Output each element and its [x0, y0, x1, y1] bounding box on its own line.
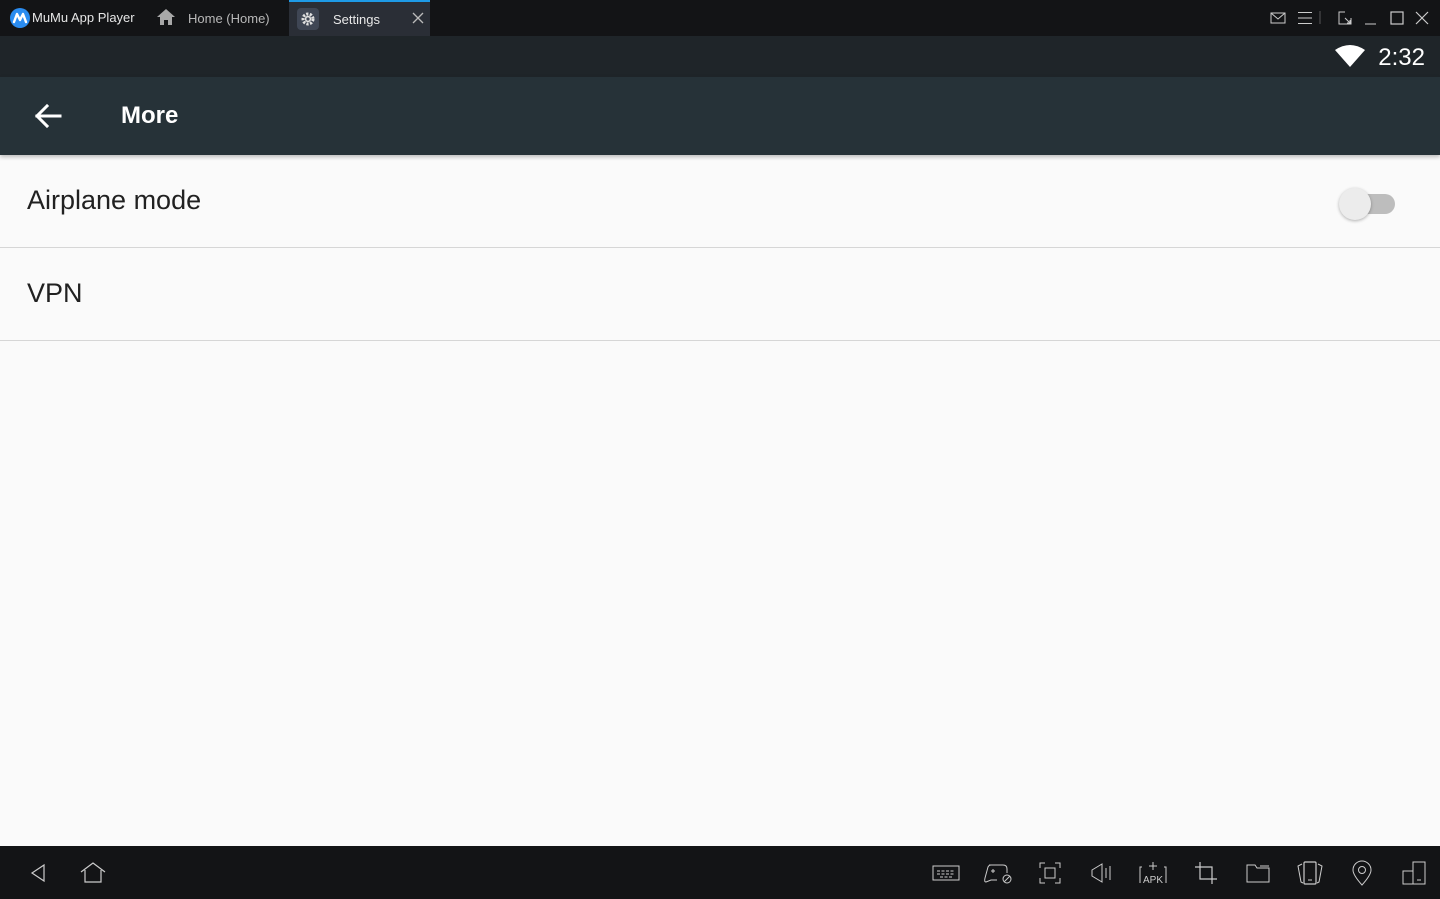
back-arrow-icon[interactable] [32, 100, 64, 132]
setting-vpn[interactable]: VPN [0, 248, 1440, 341]
tab-label: Home (Home) [188, 10, 270, 26]
tab-settings[interactable]: Settings [289, 0, 430, 36]
title-bar: MuMu App Player Home (Home) Settings [0, 0, 1440, 36]
mail-icon[interactable] [1269, 9, 1287, 27]
crop-icon[interactable] [1191, 858, 1221, 888]
toggle-thumb [1339, 188, 1371, 220]
app-name: MuMu App Player [32, 10, 135, 25]
close-tab-icon[interactable] [410, 10, 426, 26]
gamepad-icon[interactable] [983, 858, 1013, 888]
tab-label: Settings [333, 11, 380, 27]
volume-icon[interactable] [1087, 858, 1117, 888]
status-time: 2:32 [1378, 44, 1425, 71]
mumu-logo-icon [10, 8, 30, 28]
rotate-icon[interactable] [1295, 858, 1325, 888]
home-icon[interactable] [78, 858, 108, 888]
status-bar [0, 36, 1440, 77]
folder-icon[interactable] [1243, 858, 1273, 888]
svg-text:APK: APK [1143, 875, 1163, 886]
emulator-toolbar: APK [0, 846, 1440, 899]
screenshot-icon[interactable] [1035, 858, 1065, 888]
screen-icon[interactable] [1336, 9, 1354, 27]
setting-airplane-mode[interactable]: Airplane mode [0, 155, 1440, 248]
gear-icon [297, 8, 319, 30]
menu-icon[interactable] [1296, 9, 1314, 27]
back-icon[interactable] [24, 858, 54, 888]
close-icon[interactable] [1413, 9, 1431, 27]
wifi-icon [1334, 44, 1366, 73]
divider [1318, 9, 1322, 27]
setting-label: Airplane mode [27, 185, 202, 215]
maximize-icon[interactable] [1388, 9, 1406, 27]
location-icon[interactable] [1347, 858, 1377, 888]
apk-install-icon[interactable]: APK [1138, 858, 1168, 888]
minimize-icon[interactable] [1362, 9, 1380, 27]
tab-home[interactable]: Home (Home) [150, 0, 286, 36]
setting-label: VPN [27, 278, 83, 308]
keyboard-icon[interactable] [931, 858, 961, 888]
home-icon [156, 8, 176, 29]
page-title: More [121, 102, 179, 129]
app-bar: More [0, 77, 1440, 155]
multi-window-icon[interactable] [1399, 858, 1429, 888]
airplane-mode-toggle[interactable] [1339, 186, 1397, 220]
settings-list: Airplane mode VPN [0, 155, 1440, 341]
